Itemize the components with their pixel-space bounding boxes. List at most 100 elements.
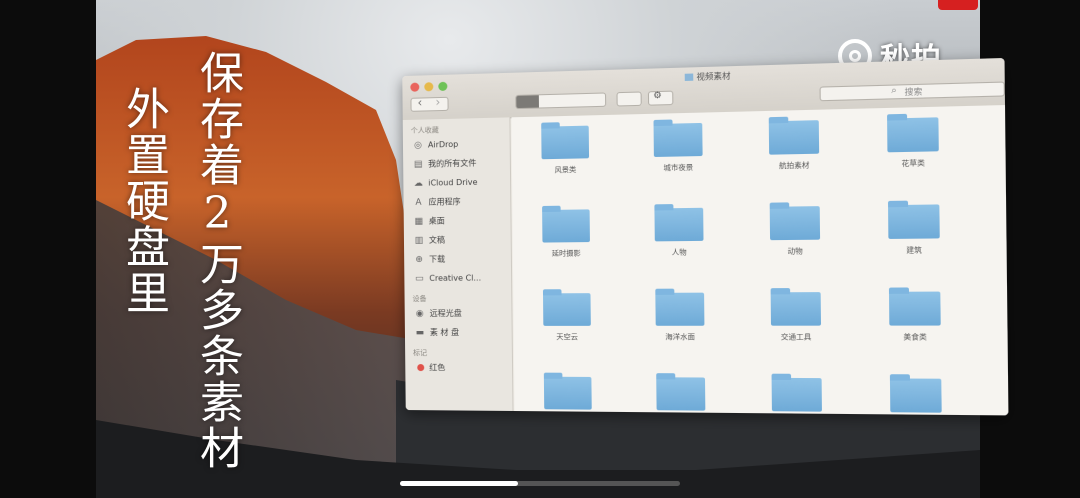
- tag-dot-icon: [417, 364, 425, 372]
- folder-item[interactable]: 天空云: [526, 293, 609, 342]
- sidebar-favorite-item[interactable]: ☁ iCloud Drive: [413, 172, 510, 193]
- folder-item[interactable]: 花草类: [868, 117, 958, 170]
- folder-icon: ▭: [415, 273, 424, 284]
- sidebar-tag-label: 红色: [429, 363, 446, 373]
- sidebar-favorite-label: 桌面: [428, 216, 445, 226]
- back-forward-buttons[interactable]: [410, 96, 449, 112]
- apps-icon: A: [415, 197, 422, 208]
- folder-icon: [770, 292, 822, 326]
- folder-label: 交通工具: [780, 332, 812, 342]
- downloads-icon: ⊕: [415, 254, 423, 265]
- view-mode-buttons[interactable]: [515, 92, 607, 110]
- action-gear-button[interactable]: [647, 90, 674, 106]
- zoom-button[interactable]: [438, 81, 448, 92]
- folder-icon: [888, 204, 940, 239]
- folder-item[interactable]: 动物: [751, 206, 839, 257]
- desktop-icon: ▦: [414, 216, 424, 227]
- sidebar-favorite-label: AirDrop: [427, 139, 459, 150]
- folder-item[interactable]: 人物: [637, 207, 722, 259]
- folder-icon: [653, 122, 703, 158]
- folder-icon: [543, 376, 592, 410]
- sidebar-favorite-item[interactable]: ▭ Creative Cl...: [414, 268, 511, 288]
- sidebar-device-label: 素 材 盘: [429, 327, 460, 338]
- arrange-button[interactable]: [616, 91, 642, 107]
- sidebar-favorite-item[interactable]: ▤ 我的所有文件: [413, 153, 510, 174]
- folder-label: 建筑: [906, 246, 922, 255]
- search-placeholder: 搜索: [904, 86, 923, 97]
- sidebar-favorite-item[interactable]: ◎ AirDrop: [413, 134, 510, 155]
- folder-item[interactable]: 交通工具: [752, 292, 840, 342]
- brand-badge: [938, 0, 978, 10]
- sidebar-favorite-label: Creative Cl...: [429, 273, 482, 283]
- folder-icon: [542, 209, 590, 243]
- folder-item[interactable]: 风景类: [524, 125, 607, 176]
- airdrop-icon: ◎: [413, 140, 422, 151]
- sidebar-favorite-label: 我的所有文件: [428, 158, 477, 169]
- sidebar-favorite-item[interactable]: ⊕ 下载: [414, 249, 511, 269]
- folder-label: 城市夜景: [663, 163, 694, 173]
- folder-icon: [542, 293, 591, 326]
- folder-item[interactable]: [871, 378, 961, 413]
- folder-label: 花草类: [901, 159, 925, 168]
- window-title: 视频素材: [684, 70, 731, 83]
- folder-icon: [656, 377, 706, 411]
- folder-item[interactable]: 海洋水面: [637, 292, 722, 343]
- sidebar-favorite-label: iCloud Drive: [428, 177, 478, 188]
- sidebar-device-item[interactable]: ◉ 远程光盘: [415, 304, 512, 323]
- folder-icon: [889, 378, 942, 413]
- folder-icon: [887, 117, 939, 153]
- video-progress-bar[interactable]: [400, 481, 680, 486]
- folder-label: 天空云: [556, 333, 579, 342]
- folder-item[interactable]: 美食类: [870, 291, 960, 342]
- documents-icon: ▥: [414, 235, 424, 246]
- caption-left: 外置硬盘里: [118, 86, 169, 316]
- sidebar-device-item[interactable]: ▬ 素 材 盘: [415, 323, 512, 342]
- folder-label: 美食类: [903, 332, 927, 342]
- folder-icon: [888, 291, 941, 326]
- all-files-icon: ▤: [413, 159, 423, 170]
- finder-sidebar: 个人收藏 ◎ AirDrop ▤ 我的所有文件 ☁ iCloud Drive A 应用程序 ▦ 桌…: [402, 117, 514, 411]
- folder-item[interactable]: 延时摄影: [525, 209, 608, 259]
- sidebar-favorite-label: 应用程序: [428, 197, 461, 207]
- folder-item[interactable]: [638, 377, 723, 411]
- minimize-button[interactable]: [424, 82, 434, 92]
- sidebar-tag-item[interactable]: 红色: [415, 358, 512, 378]
- folder-icon: [684, 73, 694, 81]
- sidebar-favorite-item[interactable]: A 应用程序: [413, 191, 510, 212]
- folder-item[interactable]: 城市夜景: [636, 122, 721, 173]
- sidebar-header-devices: 设备: [412, 294, 427, 303]
- folder-item[interactable]: 建筑: [869, 204, 959, 256]
- sidebar-favorite-item[interactable]: ▥ 文稿: [414, 230, 511, 250]
- folder-label: 海洋水面: [665, 332, 696, 342]
- folder-item[interactable]: 航拍素材: [750, 120, 838, 172]
- close-button[interactable]: [410, 82, 420, 92]
- folder-icon: [655, 292, 705, 326]
- folder-icon: [768, 120, 820, 155]
- folder-item[interactable]: [526, 376, 609, 410]
- folder-icon: [771, 377, 822, 412]
- sidebar-header-tags: 标记: [413, 349, 428, 358]
- sidebar-favorite-label: 文稿: [428, 235, 445, 245]
- sidebar-favorite-item[interactable]: ▦ 桌面: [414, 210, 511, 230]
- caption-right: 保存着2万多条素材: [192, 50, 243, 471]
- finder-window: 视频素材 ⌕ 搜索 个人收藏 ◎AirDrop▤我的所有文件☁iCloud Dr…: [402, 57, 1009, 416]
- folder-label: 人物: [671, 248, 687, 257]
- search-icon: ⌕: [891, 85, 897, 97]
- drive-icon: ▬: [415, 327, 425, 338]
- cloud-icon: ☁: [413, 178, 423, 189]
- folder-icon: [769, 206, 821, 241]
- sidebar-favorite-label: 下载: [429, 254, 446, 264]
- video-progress-fill: [400, 481, 518, 486]
- folder-icon: [541, 125, 590, 160]
- search-input[interactable]: ⌕ 搜索: [819, 81, 1005, 102]
- folder-icon: [654, 207, 704, 242]
- folder-label: 航拍素材: [778, 161, 810, 171]
- folder-item[interactable]: [753, 377, 840, 412]
- folder-grid: 风景类 城市夜景 航拍素材 花草类延时摄影 人物 动物 建筑天空云 海洋水面 交通工具 美食类: [511, 105, 1009, 416]
- folder-label: 延时摄影: [551, 249, 581, 258]
- disc-icon: ◉: [415, 308, 424, 319]
- folder-label: 风景类: [554, 165, 577, 175]
- window-title-text: 视频素材: [696, 71, 731, 82]
- folder-label: 动物: [787, 247, 803, 256]
- sidebar-device-label: 远程光盘: [429, 308, 462, 318]
